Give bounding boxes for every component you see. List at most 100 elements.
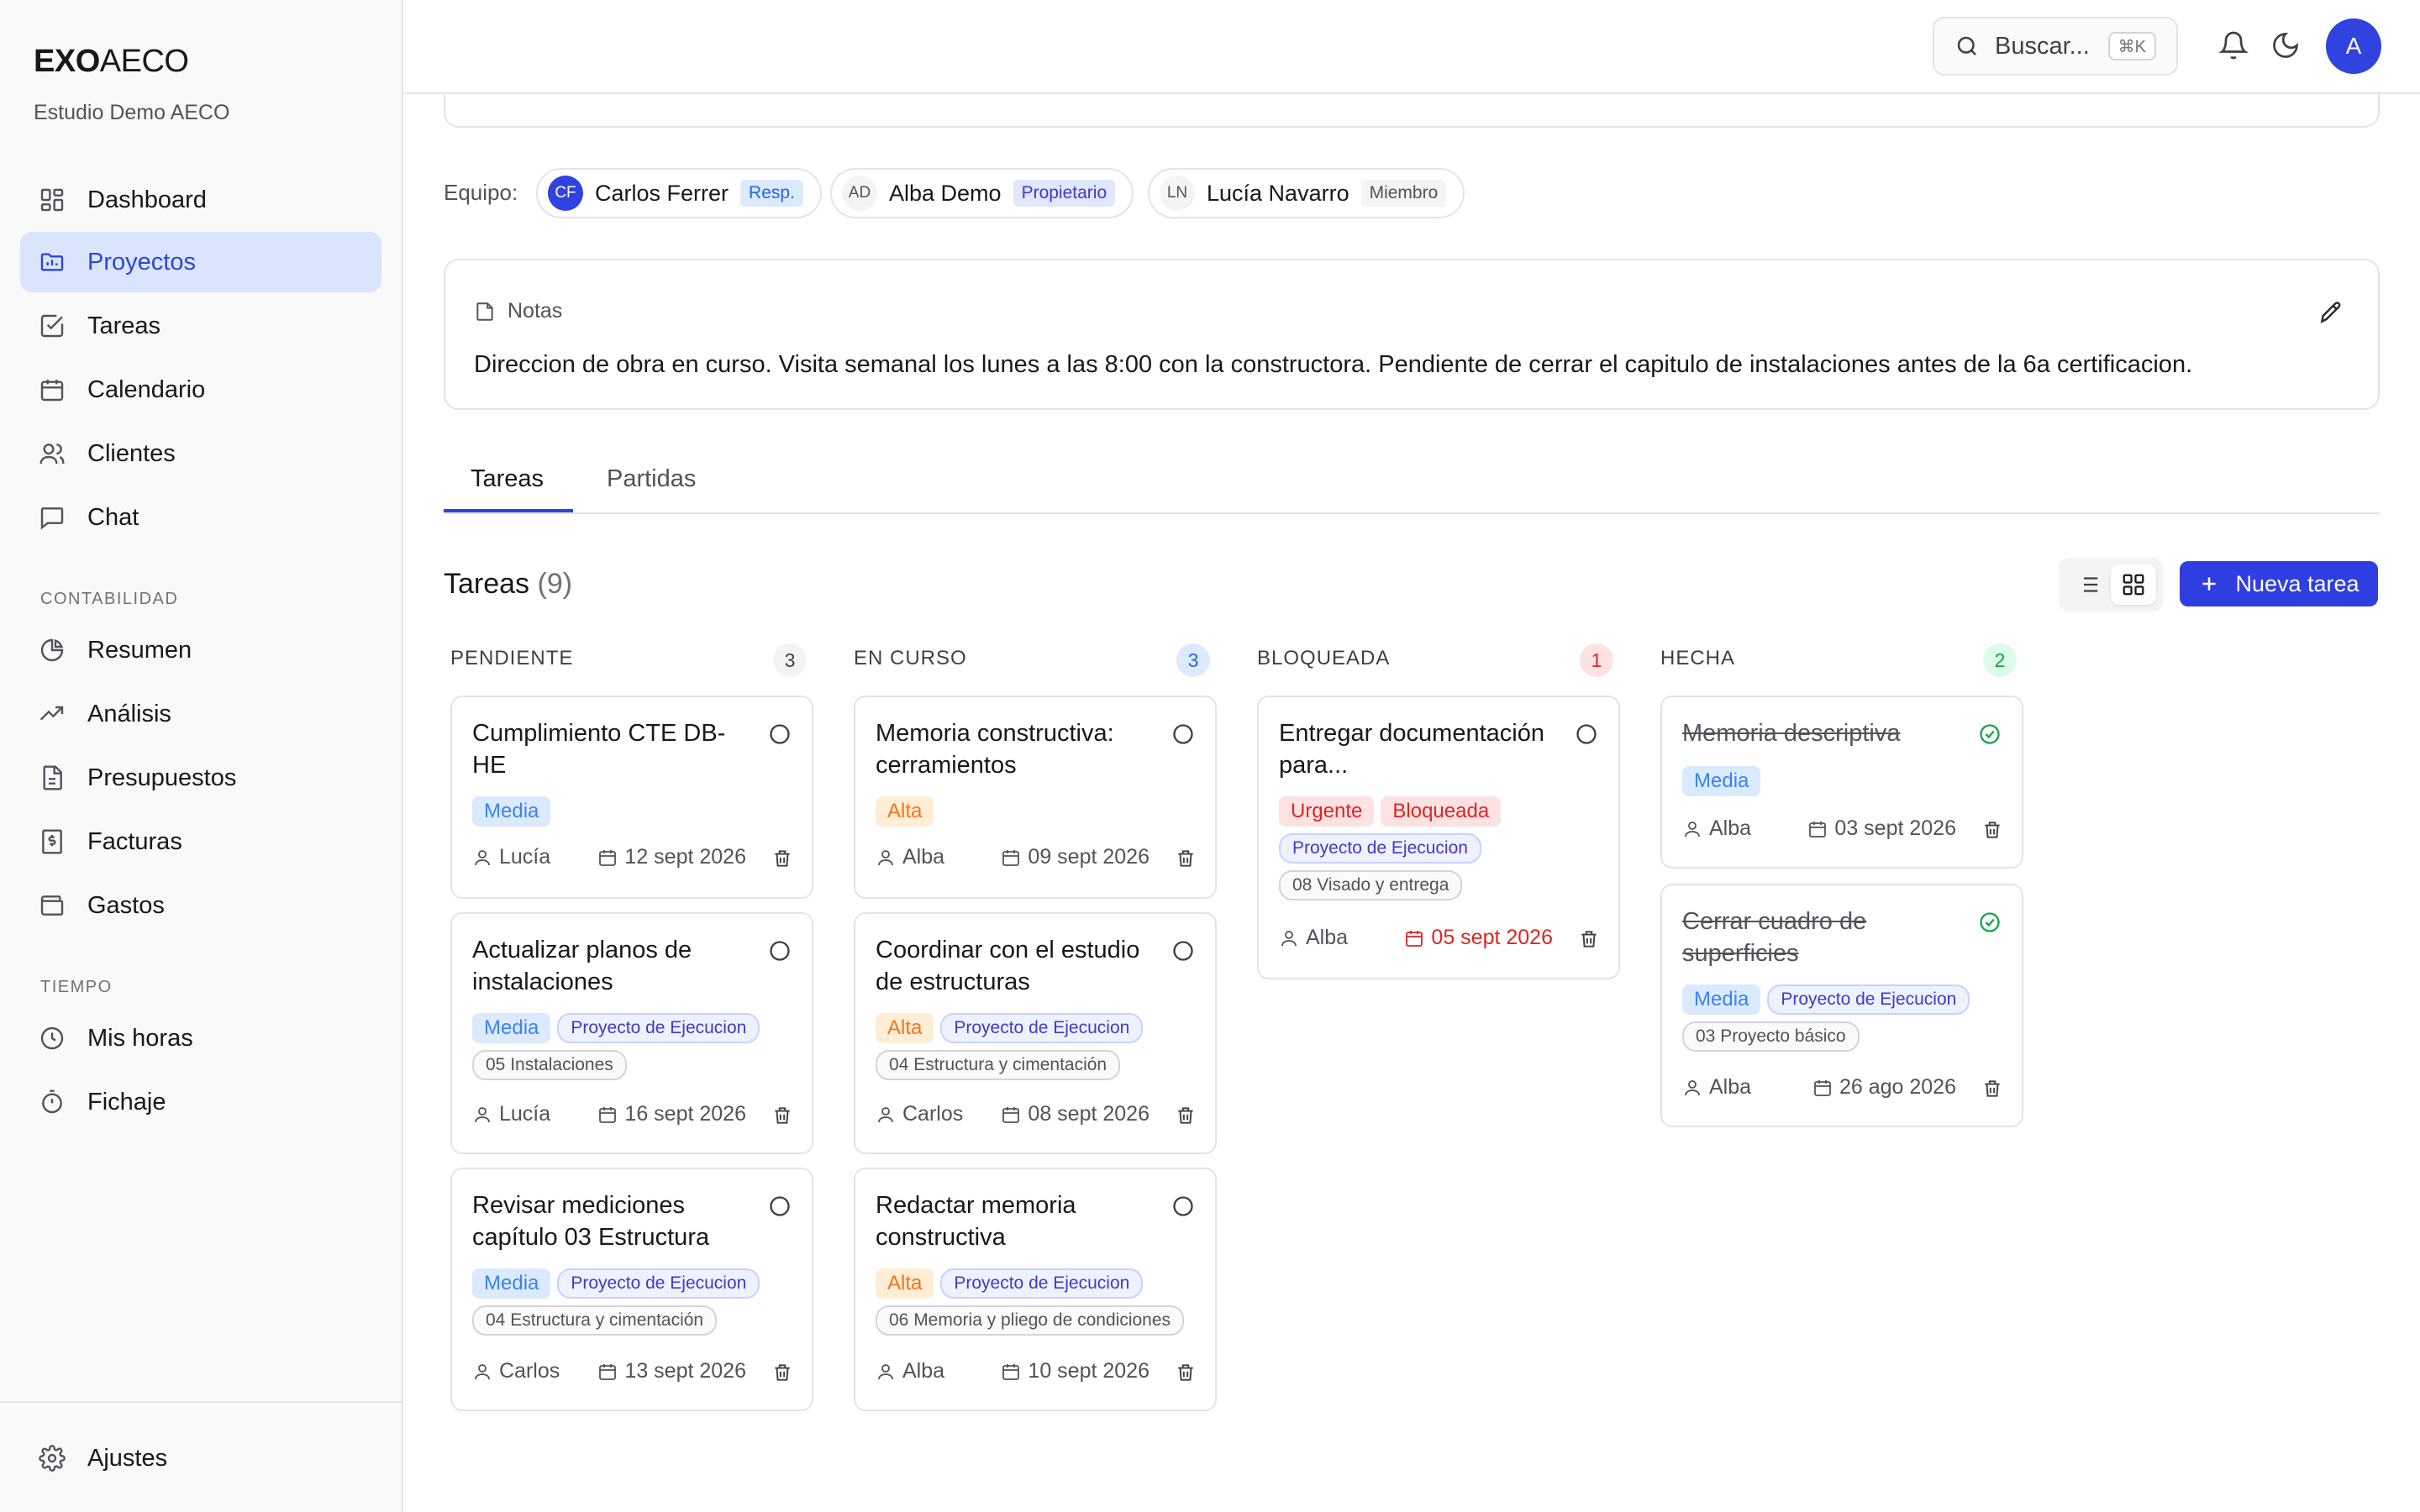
notes-card: Notas Direccion de obra en curso. Visita… <box>444 259 2380 410</box>
task-assignee: Lucía <box>472 845 550 869</box>
member-role-badge: Miembro <box>1360 180 1447 207</box>
sidebar-item-label: Mis horas <box>87 1024 193 1052</box>
trash-icon[interactable] <box>771 1105 793 1126</box>
trash-icon[interactable] <box>1981 819 2003 841</box>
task-card[interactable]: Actualizar planos de instalaciones Media… <box>450 912 813 1154</box>
task-footer: Alba 09 sept 2026 <box>876 845 1197 874</box>
sidebar-item-chat[interactable]: Chat <box>20 487 381 548</box>
calendar-icon <box>1814 1079 1831 1096</box>
status-circle-icon[interactable] <box>768 722 792 746</box>
member-name: Alba Demo <box>889 180 1002 206</box>
column-count-badge: 3 <box>773 643 807 677</box>
sidebar-item-dashboard[interactable]: Dashboard <box>20 170 381 230</box>
check-circle-icon[interactable] <box>1978 911 2002 934</box>
task-card[interactable]: Coordinar con el estudio de estructuras … <box>854 912 1217 1154</box>
user-icon <box>475 1106 490 1122</box>
task-card[interactable]: Memoria constructiva: cerramientos Alta … <box>854 696 1217 899</box>
task-assignee: Alba <box>1682 816 1751 841</box>
brand-logo[interactable]: EXOAECO <box>34 44 189 80</box>
calendar-icon <box>1406 930 1423 947</box>
task-footer: Alba 10 sept 2026 <box>876 1359 1197 1388</box>
status-circle-icon[interactable] <box>1171 939 1195 963</box>
sidebar-item-label: Facturas <box>87 827 182 855</box>
task-card[interactable]: Entregar documentación para... Urgente B… <box>1257 696 1620 979</box>
task-title: Memoria constructiva: cerramientos <box>876 720 1114 779</box>
trash-icon[interactable] <box>771 1362 793 1383</box>
tab-partidas[interactable]: Partidas <box>607 465 696 514</box>
priority-badge: Alta <box>876 796 934 827</box>
status-circle-icon[interactable] <box>1171 722 1195 746</box>
sidebar-item-label: Tareas <box>87 312 161 339</box>
task-card[interactable]: Cumplimiento CTE DB-HE Media Lucía 12 se… <box>450 696 813 899</box>
priority-badge: Alta <box>876 1013 934 1043</box>
sidebar-item-analisis[interactable]: Análisis <box>20 684 381 744</box>
task-card-done[interactable]: Memoria descriptiva Media Alba 03 sept 2… <box>1660 696 2023 869</box>
priority-badge: Media <box>472 1268 551 1299</box>
new-task-button[interactable]: Nueva tarea <box>2180 561 2378 606</box>
sidebar-item-tareas[interactable]: Tareas <box>20 296 381 356</box>
view-toggle <box>2059 558 2163 612</box>
trash-icon[interactable] <box>1175 1362 1197 1383</box>
trash-icon[interactable] <box>1981 1078 2003 1100</box>
trash-icon[interactable] <box>1175 1105 1197 1126</box>
sidebar-item-label: Gastos <box>87 891 165 919</box>
sidebar-item-label: Resumen <box>87 636 192 664</box>
list-view-button[interactable] <box>2065 564 2111 605</box>
member-avatar: LN <box>1160 176 1195 211</box>
trash-icon[interactable] <box>771 848 793 869</box>
search-button[interactable]: Buscar... ⌘K <box>1933 17 2178 76</box>
calendar-icon <box>1809 821 1827 837</box>
pencil-icon[interactable] <box>2317 299 2344 326</box>
user-avatar[interactable]: A <box>2326 18 2381 74</box>
status-circle-icon[interactable] <box>768 1194 792 1218</box>
tab-tareas[interactable]: Tareas <box>471 465 544 514</box>
sidebar-item-calendario[interactable]: Calendario <box>20 360 381 420</box>
users-icon <box>39 444 65 465</box>
column-count-badge: 2 <box>1983 643 2017 677</box>
search-placeholder: Buscar... <box>1995 32 2090 60</box>
sidebar-item-proyectos[interactable]: Proyectos <box>20 232 381 292</box>
sidebar-item-fichaje[interactable]: Fichaje <box>20 1072 381 1132</box>
sidebar-item-clientes[interactable]: Clientes <box>20 423 381 484</box>
priority-badge: Media <box>472 1013 551 1043</box>
task-card-done[interactable]: Cerrar cuadro de superficies Media Proye… <box>1660 884 2023 1127</box>
team-member-chip[interactable]: CF Carlos Ferrer Resp. <box>536 168 822 218</box>
invoice-icon <box>42 829 62 854</box>
team-member-chip[interactable]: AD Alba Demo Propietario <box>830 168 1134 218</box>
status-circle-icon[interactable] <box>1575 722 1598 746</box>
bell-icon[interactable] <box>2218 30 2249 60</box>
sidebar-item-label: Clientes <box>87 439 176 467</box>
user-icon <box>1685 821 1700 837</box>
trash-icon[interactable] <box>1175 848 1197 869</box>
column-count-badge: 1 <box>1580 643 1613 677</box>
trash-icon[interactable] <box>1578 928 1600 950</box>
status-circle-icon[interactable] <box>768 939 792 963</box>
check-circle-icon[interactable] <box>1978 722 2002 746</box>
search-shortcut: ⌘K <box>2107 32 2156 60</box>
board-view-button[interactable] <box>2111 564 2156 605</box>
task-assignee: Carlos <box>876 1102 963 1126</box>
priority-badge: Media <box>1682 766 1761 796</box>
moon-icon[interactable] <box>2270 30 2301 60</box>
new-task-label: Nueva tarea <box>2235 570 2360 596</box>
blocked-status-badge: Bloqueada <box>1381 796 1502 827</box>
sidebar-item-facturas[interactable]: Facturas <box>20 811 381 872</box>
task-card[interactable]: Revisar mediciones capítulo 03 Estructur… <box>450 1168 813 1411</box>
task-assignee: Lucía <box>472 1102 550 1126</box>
notes-header: Notas <box>474 299 562 323</box>
note-icon <box>476 302 493 321</box>
gear-icon <box>39 1445 66 1472</box>
sidebar-item-mis-horas[interactable]: Mis horas <box>20 1008 381 1068</box>
team-member-chip[interactable]: LN Lucía Navarro Miembro <box>1148 168 1465 218</box>
sidebar-item-presupuestos[interactable]: Presupuestos <box>20 748 381 808</box>
sidebar-item-ajustes[interactable]: Ajustes <box>20 1428 381 1488</box>
sidebar-item-label: Análisis <box>87 700 171 727</box>
sidebar-item-gastos[interactable]: Gastos <box>20 875 381 936</box>
partida-tag: 05 Instalaciones <box>472 1050 627 1080</box>
calendar-icon <box>1002 1106 1020 1123</box>
task-title: Cumplimiento CTE DB-HE <box>472 720 726 779</box>
status-circle-icon[interactable] <box>1171 1194 1195 1218</box>
column-header-hecha: HECHA 2 <box>1654 643 2017 677</box>
sidebar-item-resumen[interactable]: Resumen <box>20 620 381 680</box>
task-card[interactable]: Redactar memoria constructiva Alta Proye… <box>854 1168 1217 1411</box>
